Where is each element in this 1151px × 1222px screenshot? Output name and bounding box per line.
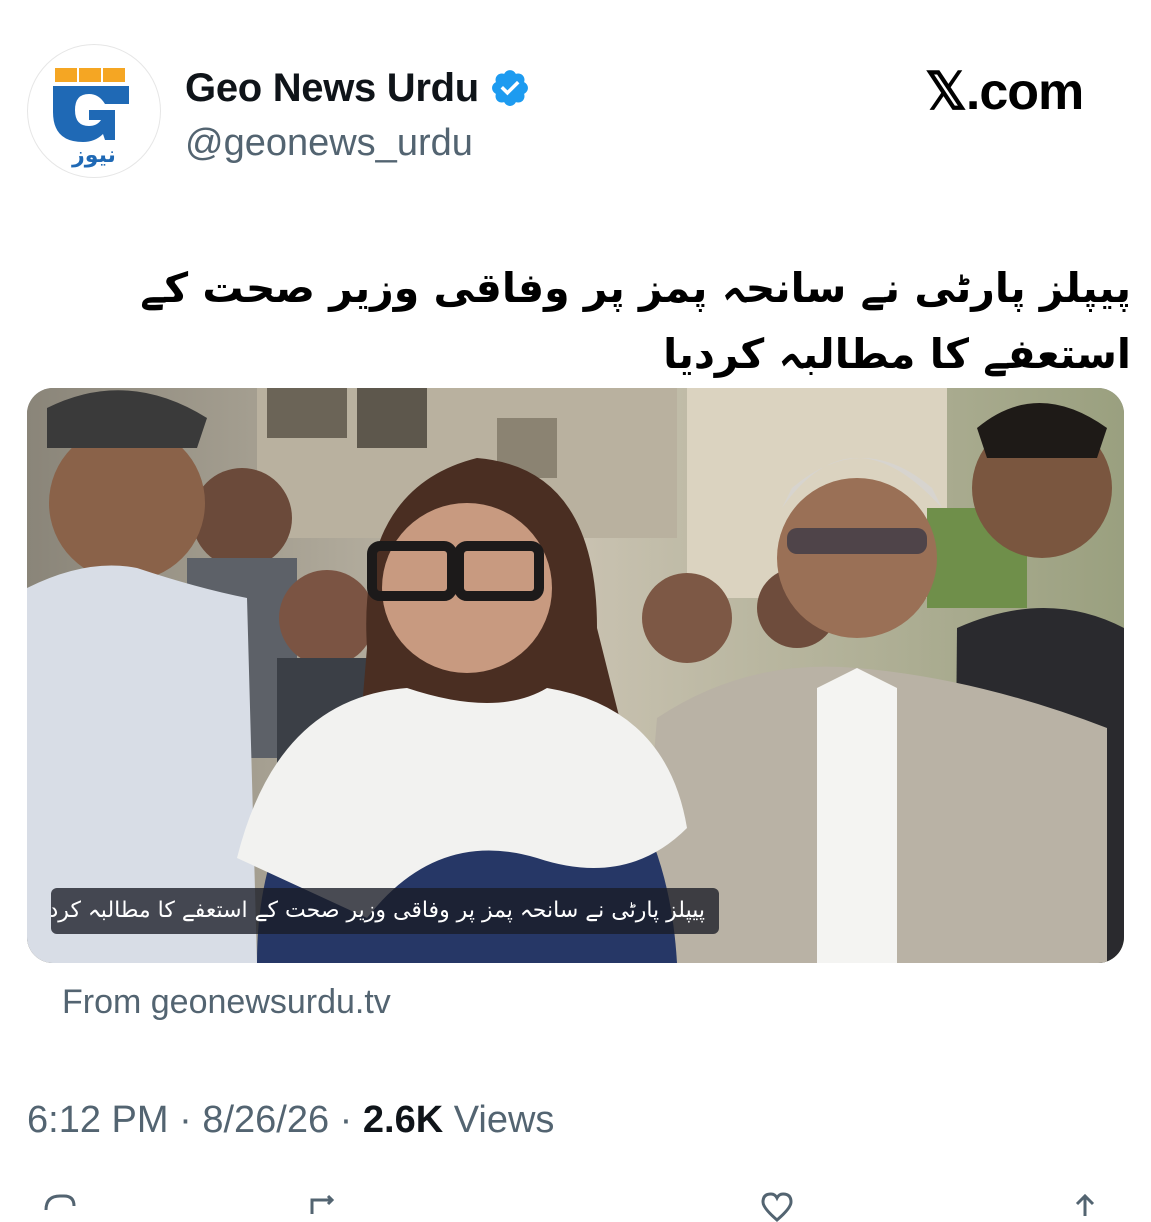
logo-text: نیوز (71, 143, 116, 168)
like-icon[interactable] (760, 1192, 794, 1222)
tweet-text: پیپلز پارٹی نے سانحہ پمز پر وفاقی وزیر ص… (140, 264, 1131, 378)
views-count[interactable]: 2.6K (363, 1099, 443, 1141)
geo-news-logo: نیوز (53, 68, 129, 168)
video-thumbnail (27, 388, 1124, 963)
avatar[interactable]: نیوز (27, 44, 161, 178)
views-label: Views (453, 1099, 555, 1141)
x-logo: 𝕏.com (925, 63, 1084, 121)
tweet-video[interactable]: پیپلز پارٹی نے سانحہ پمز پر وفاقی وزیر ص… (27, 388, 1124, 963)
share-icon[interactable] (1068, 1192, 1102, 1222)
author-display-name[interactable]: Geo News Urdu (185, 66, 531, 110)
tweet-metadata: 6:12 PM · 8/26/26 · 2.6K Views (27, 1097, 554, 1143)
repost-icon[interactable] (306, 1192, 340, 1222)
verified-badge-icon (492, 70, 528, 106)
tweet-date[interactable]: 8/26/26 (202, 1099, 329, 1141)
meta-separator: · (329, 1099, 363, 1141)
card-source-link[interactable]: From geonewsurdu.tv (62, 980, 391, 1024)
reply-icon[interactable] (42, 1192, 76, 1222)
meta-separator: · (168, 1099, 203, 1141)
tweet-actions (0, 1180, 1151, 1222)
video-caption: پیپلز پارٹی نے سانحہ پمز پر وفاقی وزیر ص… (51, 888, 719, 934)
tweet-time[interactable]: 6:12 PM (27, 1099, 169, 1141)
author-handle[interactable]: @geonews_urdu (185, 121, 473, 165)
display-name-text: Geo News Urdu (185, 66, 479, 110)
